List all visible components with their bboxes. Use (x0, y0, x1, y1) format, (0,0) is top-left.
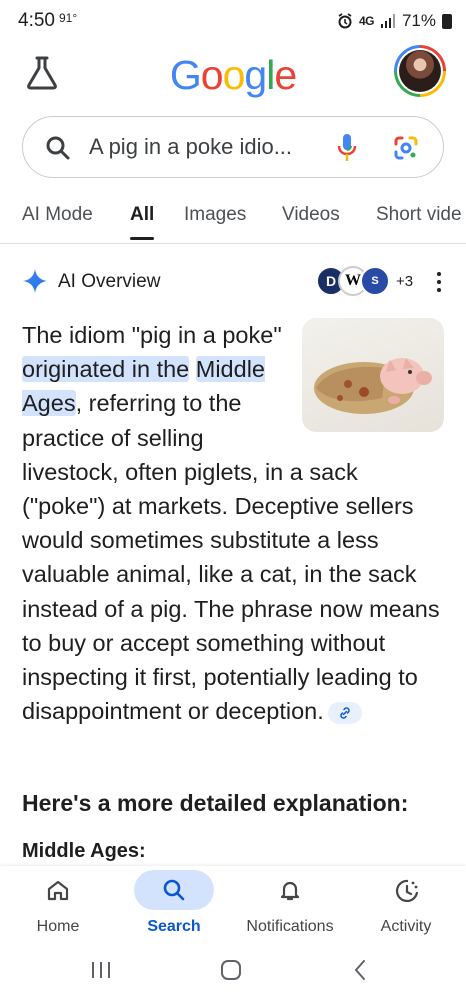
ai-text-body: , referring to the practice of sell­ing … (22, 390, 440, 725)
status-time: 4:50 91° (18, 10, 77, 32)
search-tabs: AI Mode All Images Videos Short vide (0, 188, 466, 244)
alarm-icon (338, 13, 352, 29)
link-icon (340, 707, 350, 719)
search-query[interactable]: A pig in a poke idio... (89, 134, 292, 160)
nav-search-label: Search (147, 918, 201, 935)
avatar-photo (399, 50, 441, 92)
tab-images[interactable]: Images (184, 204, 246, 226)
ai-overview-header: AI Overview D W S +3 (0, 260, 466, 304)
status-right: 4G 71% (337, 11, 452, 31)
ai-text-highlight-1: originated in the (22, 356, 190, 383)
account-avatar[interactable] (394, 45, 446, 97)
detailed-explanation-heading: Here's a more detailed explanation: (22, 790, 409, 816)
ai-text-intro: The idiom "pig in a poke" (22, 322, 282, 348)
sources-more-count[interactable]: +3 (396, 273, 413, 290)
nav-activity[interactable]: Activity (348, 866, 464, 952)
battery-icon (442, 13, 452, 29)
status-bar: 4:50 91° 4G 71% (0, 0, 466, 42)
pig-in-sack-image[interactable] (302, 318, 444, 432)
activity-icon (396, 879, 419, 903)
nav-notifications[interactable]: Notifications (232, 866, 348, 952)
search-icon (163, 879, 185, 901)
citation-link-chip[interactable] (327, 702, 362, 725)
tab-videos[interactable]: Videos (282, 204, 340, 226)
system-navigation-bar (0, 952, 466, 1000)
home-icon (47, 880, 69, 901)
source-badge-s[interactable]: S (360, 266, 390, 296)
recent-apps-icon[interactable] (90, 960, 112, 980)
middle-ages-heading: Middle Ages: (22, 840, 146, 862)
microphone-icon[interactable] (337, 133, 357, 163)
nav-search[interactable]: Search (116, 866, 232, 952)
more-options-icon[interactable] (436, 272, 442, 292)
back-icon[interactable] (352, 958, 368, 982)
network-indicator: 4G (358, 14, 375, 28)
ai-overview-title: AI Overview (58, 271, 161, 292)
ai-overview-text: The idiom "pig in a poke" originated in … (22, 318, 444, 728)
app-header: Google (0, 42, 466, 110)
bottom-navigation: Home Search Notifications Activity (0, 866, 466, 952)
source-badges[interactable]: D W S +3 (316, 266, 413, 296)
search-bar[interactable]: A pig in a poke idio... (22, 116, 444, 178)
bell-icon (280, 881, 300, 901)
battery-percent: 71% (401, 11, 436, 30)
nav-home[interactable]: Home (0, 866, 116, 952)
pig-in-sack-illustration (314, 358, 432, 414)
nav-home-label: Home (36, 918, 80, 935)
google-lens-icon[interactable] (393, 135, 419, 161)
ai-sparkle-icon (23, 269, 47, 293)
temperature-text: 91° (58, 11, 78, 25)
home-button-icon[interactable] (220, 959, 242, 981)
tab-ai-mode[interactable]: AI Mode (22, 204, 93, 226)
signal-icon (380, 14, 395, 28)
search-icon (46, 136, 70, 160)
tab-all[interactable]: All (130, 204, 155, 240)
time-text: 4:50 (18, 10, 55, 31)
nav-notifications-label: Notifications (246, 918, 334, 935)
nav-activity-label: Activity (380, 918, 432, 935)
tab-short-videos[interactable]: Short vide (376, 204, 462, 226)
